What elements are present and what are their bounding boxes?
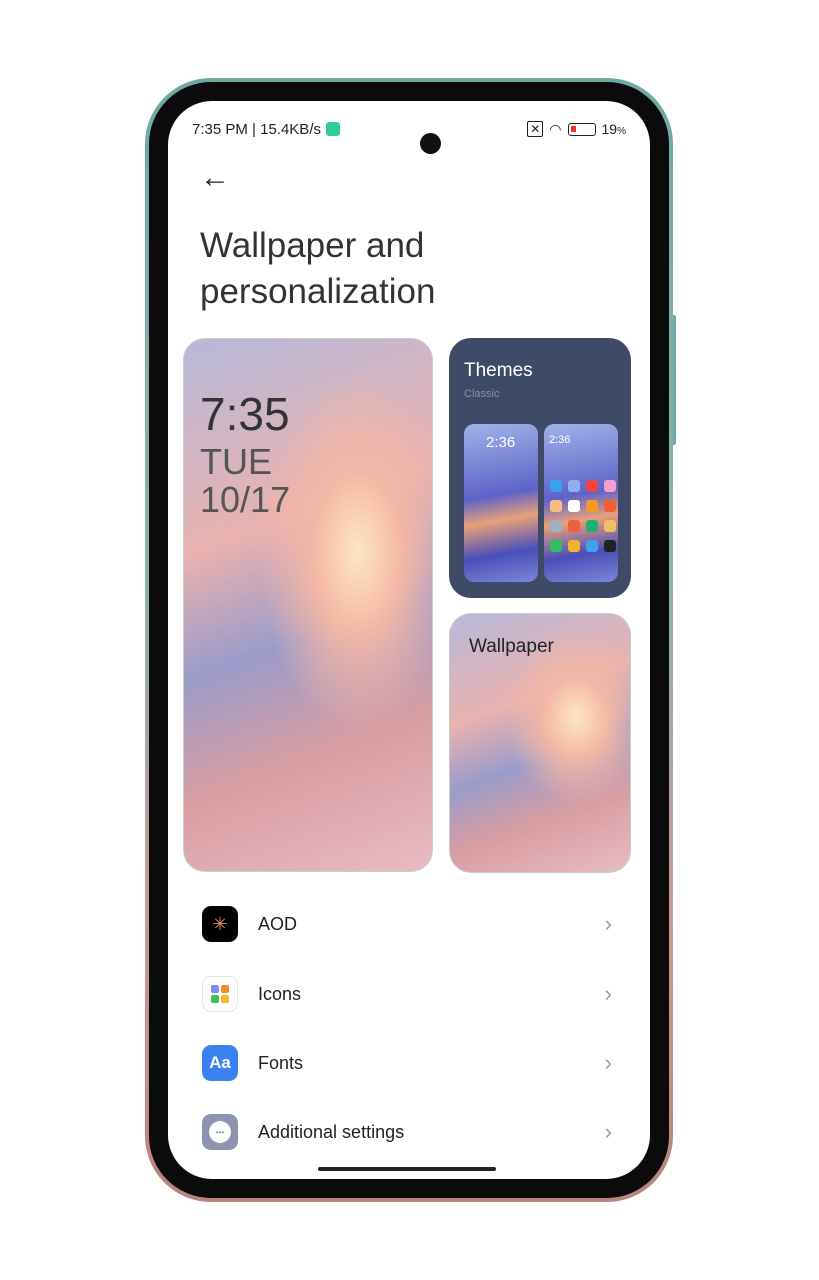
preview-time: 2:36 (486, 434, 516, 451)
more-glyph: ••• (209, 1121, 231, 1143)
lockscreen-preview-card[interactable]: 7:35 TUE 10/17 (183, 338, 433, 872)
battery-level: 19 (601, 121, 618, 137)
lockscreen-day: TUE (200, 441, 272, 482)
status-time: 7:35 PM (192, 120, 248, 138)
notification-icon (325, 122, 340, 136)
battery-unit: % (617, 126, 626, 137)
chevron-right-icon: › (604, 1050, 612, 1075)
item-label: Additional settings (258, 1121, 405, 1142)
front-camera (420, 133, 441, 154)
home-indicator[interactable] (318, 1167, 496, 1171)
status-bar: 7:35 PM | 15.4KB/s ✕ ◠ 19% (192, 119, 626, 154)
themes-title: Themes (464, 360, 533, 381)
list-item-fonts[interactable]: Aa Fonts › (202, 1038, 612, 1088)
sim-off-icon: ✕ (527, 121, 544, 137)
wallpaper-card[interactable]: Wallpaper (449, 613, 631, 873)
themes-subtitle: Classic (464, 388, 500, 400)
item-label: Icons (258, 983, 302, 1004)
list-item-additional-settings[interactable]: ••• Additional settings › (202, 1107, 612, 1157)
screen: 7:35 PM | 15.4KB/s ✕ ◠ 19% ← Wallpaper a… (168, 101, 650, 1179)
item-label: AOD (258, 913, 298, 934)
chevron-right-icon: › (604, 981, 612, 1006)
more-icon: ••• (202, 1114, 238, 1150)
chevron-right-icon: › (604, 911, 612, 936)
aod-icon: ✳ (202, 906, 238, 942)
lockscreen-time: 7:35 (200, 388, 290, 440)
app-icon-grid (550, 480, 616, 552)
phone-frame: 7:35 PM | 15.4KB/s ✕ ◠ 19% ← Wallpaper a… (145, 78, 673, 1202)
wallpaper-title: Wallpaper (469, 636, 554, 657)
list-item-icons[interactable]: Icons › (202, 969, 612, 1019)
wifi-icon: ◠ (549, 120, 562, 137)
item-label: Fonts (258, 1052, 304, 1073)
lockscreen-date: 10/17 (200, 479, 291, 520)
back-arrow-icon[interactable]: ← (200, 161, 230, 195)
fonts-icon: Aa (202, 1045, 238, 1081)
theme-homescreen-preview: 2:36 (544, 424, 618, 582)
page-title: Wallpaper and personalization (200, 226, 436, 311)
battery-icon (567, 122, 596, 136)
icons-icon (202, 976, 238, 1012)
theme-lockscreen-preview: 2:36 (464, 424, 538, 582)
themes-card[interactable]: Themes Classic 2:36 2:36 (449, 338, 631, 598)
list-item-aod[interactable]: ✳ AOD › (202, 899, 612, 949)
network-speed: 15.4KB/s (260, 120, 321, 138)
preview-time: 2:36 (549, 434, 571, 446)
chevron-right-icon: › (604, 1119, 612, 1144)
